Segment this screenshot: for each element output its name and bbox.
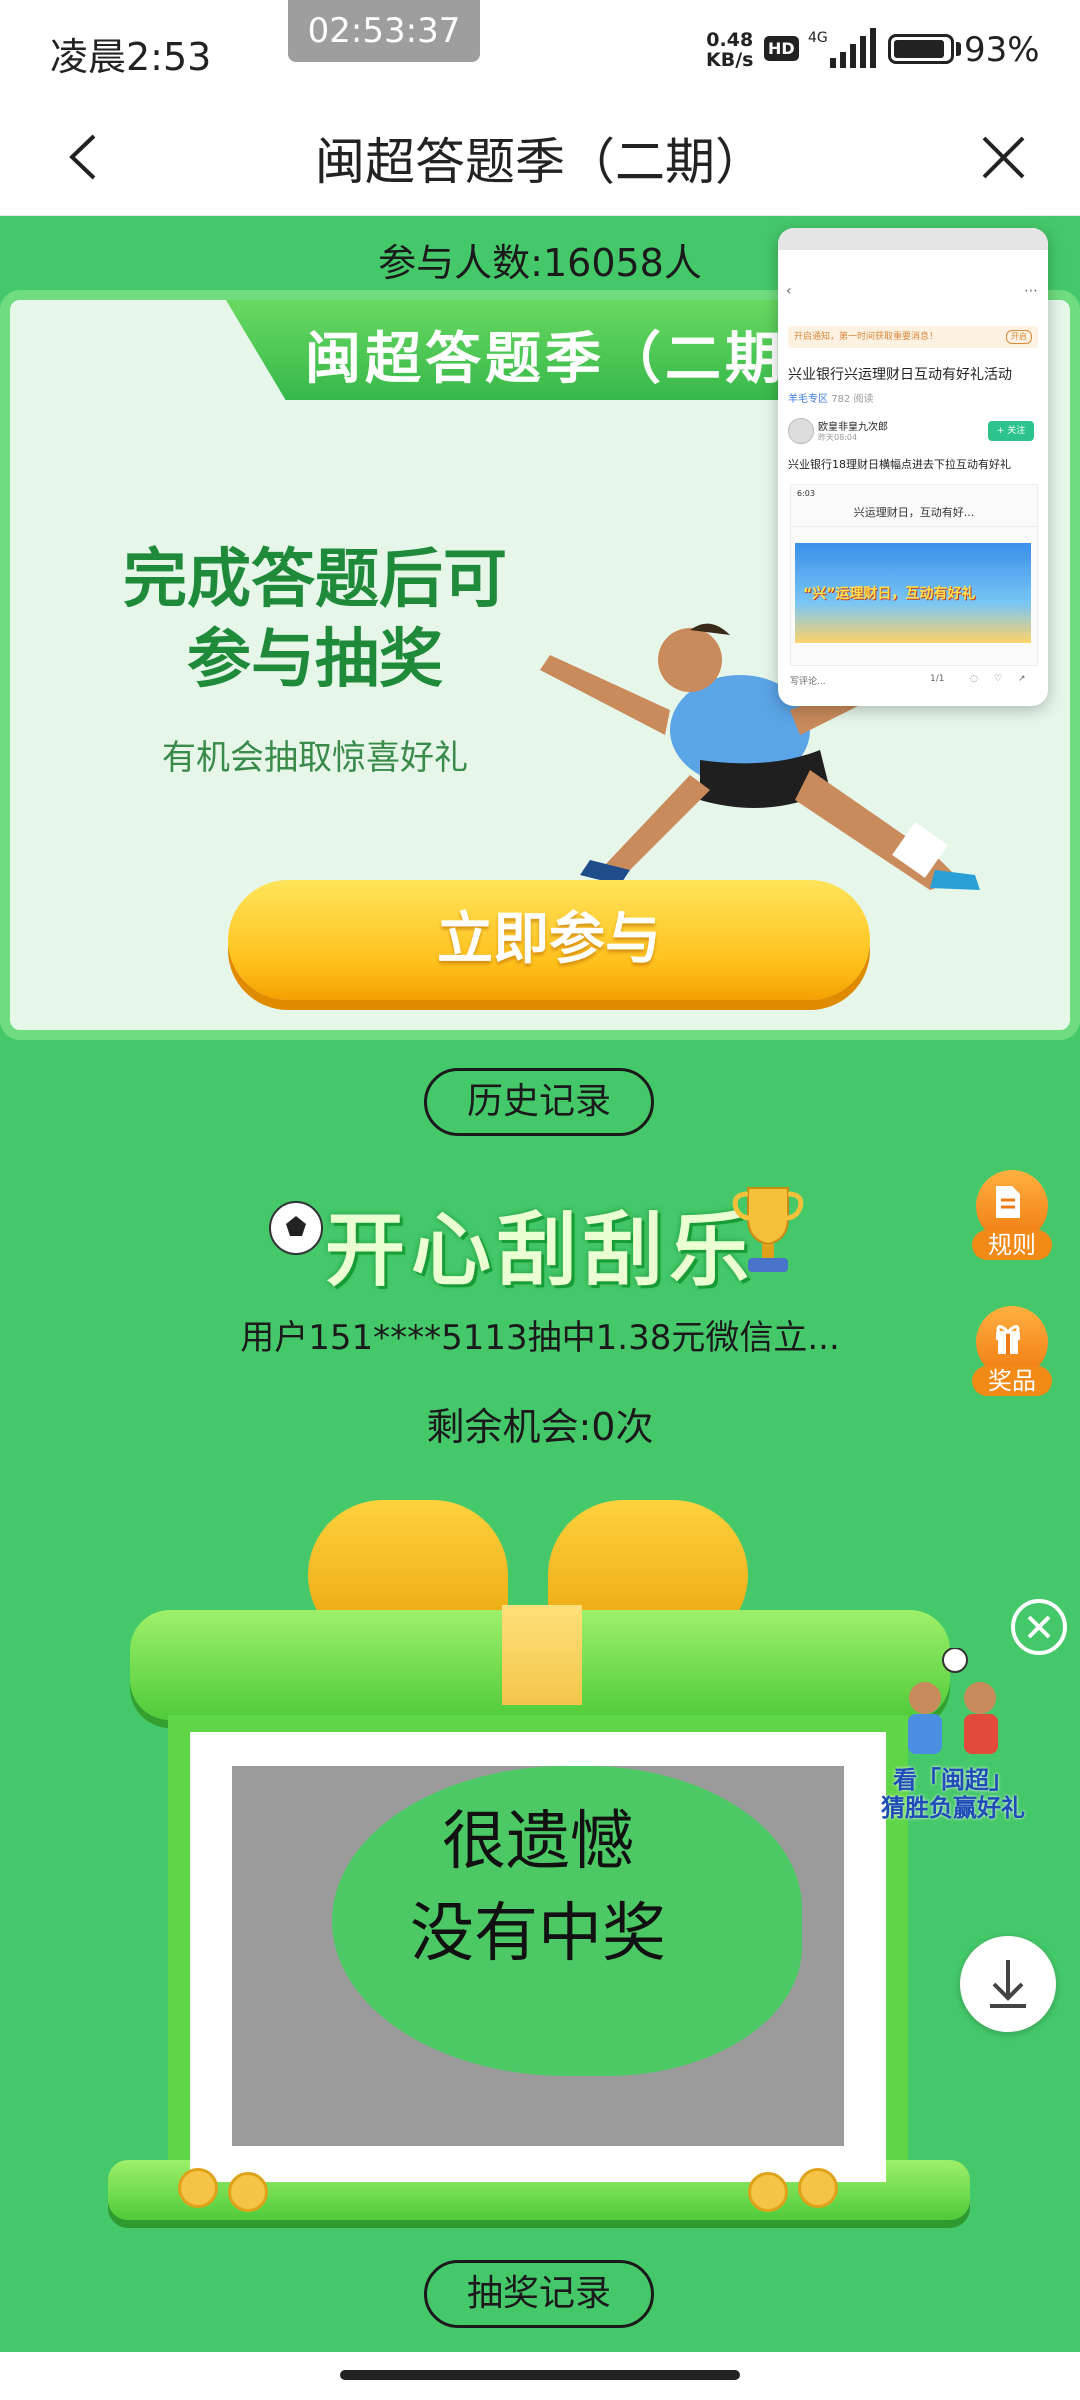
prizes-label: 奖品 — [972, 1366, 1052, 1396]
pip-share-icon: ↗ — [1018, 674, 1026, 684]
floating-window-handle[interactable] — [778, 228, 1048, 250]
coin-icon — [228, 2172, 268, 2212]
pip-footer: 写评论... 1/1 ◌ ♡ ↗ — [790, 674, 1036, 696]
pip-shot-status: 6:03 — [797, 489, 815, 498]
pip-follow-button: + 关注 — [988, 421, 1034, 441]
pip-notice-bar: 开启通知，第一时间获取重要消息！ 开启 — [788, 326, 1038, 348]
pip-comment-icon: ◌ — [970, 674, 978, 684]
promo-ad-text: 看「闽超」 猜胜负赢好礼 — [881, 1766, 1025, 1822]
battery-fill — [894, 40, 944, 58]
pip-toolbar: ‹ ⋯ — [778, 283, 1048, 303]
pip-like-icon: ♡ — [994, 674, 1003, 684]
hero-subline: 有机会抽取惊喜好礼 — [162, 738, 468, 778]
download-icon[interactable] — [960, 1936, 1056, 2032]
signal-icon: 4G — [808, 28, 876, 68]
pip-more-icon: ⋯ — [1024, 283, 1038, 299]
pip-date: 昨天08:04 — [818, 433, 858, 442]
pip-author: 欧皇非皇九次郎 — [818, 422, 888, 433]
pip-shot-banner-text: “兴”运理财日，互动有好礼 — [803, 586, 976, 602]
status-bar: 凌晨2:53 02:53:37 0.48 KB/s HD 4G 93% — [0, 0, 1080, 100]
winner-ticker: 用户151****5113抽中1.38元微信立... — [240, 1318, 840, 1358]
coin-icon — [178, 2168, 218, 2208]
join-now-button[interactable]: 立即参与 — [228, 880, 870, 1000]
pip-views: 782 阅读 — [831, 394, 874, 405]
scratch-result-text: 很遗憾 没有中奖 — [410, 1805, 666, 1971]
close-x-icon[interactable] — [976, 130, 1031, 185]
scratch-card-title: 开心刮刮乐 — [325, 1204, 755, 1297]
pip-back-icon: ‹ — [786, 283, 792, 299]
hd-badge: HD — [764, 36, 799, 61]
hero-banner-title: 闽超答题季（二期 — [305, 327, 785, 392]
pip-embedded-screenshot: 6:03 兴运理财日，互动有好... “兴”运理财日，互动有好礼 — [790, 484, 1038, 666]
page-title: 闽超答题季（二期） — [315, 133, 765, 191]
scratch-ticket: 很遗憾 没有中奖 — [190, 1732, 886, 2182]
players-illustration-icon — [908, 1647, 998, 1754]
coin-icon — [798, 2168, 838, 2208]
avatar — [788, 418, 814, 444]
pip-shot-title: 兴运理财日，互动有好... — [791, 502, 1037, 527]
recording-timer: 02:53:37 — [288, 0, 480, 62]
lottery-records-button[interactable]: 抽奖记录 — [424, 2260, 654, 2328]
pip-first-line: 兴业银行18理财日横幅点进去下拉互动有好礼 — [788, 458, 1011, 471]
battery-icon — [888, 34, 954, 64]
gift-ribbon — [502, 1605, 582, 1705]
pip-comment-placeholder: 写评论... — [790, 677, 826, 687]
scratch-gift-box: 很遗憾 没有中奖 — [108, 1500, 970, 2240]
promo-float-ad[interactable]: 看「闽超」 猜胜负赢好礼 — [870, 1647, 1036, 1828]
pip-notice-text: 开启通知，第一时间获取重要消息！ — [794, 332, 939, 342]
battery-tip — [956, 42, 961, 56]
pip-shot-banner-image: “兴”运理财日，互动有好礼 — [795, 543, 1031, 643]
pip-section: 羊毛专区 — [788, 394, 828, 405]
pip-notice-tag: 开启 — [1006, 330, 1032, 344]
network-type: 4G — [808, 30, 828, 46]
history-records-button[interactable]: 历史记录 — [424, 1068, 654, 1136]
home-indicator[interactable] — [340, 2370, 740, 2380]
nav-bar: 闽超答题季（二期） — [0, 100, 1080, 216]
pip-page-indicator: 1/1 — [930, 674, 945, 684]
pip-meta: 羊毛专区 782 阅读 — [788, 390, 873, 405]
floating-window-preview[interactable]: ‹ ⋯ 开启通知，第一时间获取重要消息！ 开启 兴业银行兴运理财日互动有好礼活动… — [778, 228, 1048, 706]
battery-percent: 93% — [964, 30, 1040, 70]
network-speed-unit: KB/s — [706, 49, 754, 71]
coin-icon — [748, 2172, 788, 2212]
hero-headline: 完成答题后可 参与抽奖 — [123, 543, 507, 697]
network-speed-value: 0.48 — [706, 29, 754, 51]
scratch-area[interactable]: 很遗憾 没有中奖 — [232, 1766, 844, 2146]
remaining-chances: 剩余机会:0次 — [426, 1405, 654, 1449]
trophy-icon — [732, 1187, 804, 1272]
status-time: 凌晨2:53 — [50, 35, 212, 79]
network-speed: 0.48 KB/s — [706, 30, 753, 70]
pip-article-title: 兴业银行兴运理财日互动有好礼活动 — [788, 367, 1012, 383]
